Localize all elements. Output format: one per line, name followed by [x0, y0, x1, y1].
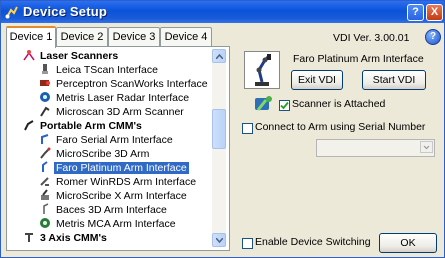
- close-button[interactable]: X: [426, 4, 443, 21]
- checkmark-icon: [280, 101, 289, 110]
- device-tree[interactable]: Laser Scanners Leica TScan Interface Per…: [9, 49, 211, 247]
- microscan-icon: [40, 106, 50, 117]
- laser-scanner-category-icon: [23, 50, 35, 61]
- device-setup-window: Device Setup ? X Device 1 Device 2 Devic…: [0, 0, 445, 258]
- tree-item-faro-serial[interactable]: Faro Serial Arm Interface: [39, 133, 175, 147]
- scanner-attached-checkbox[interactable]: [279, 100, 290, 111]
- tab-device-3[interactable]: Device 3: [108, 27, 160, 46]
- help-icon: ?: [412, 6, 419, 18]
- device-switching-label: Enable Device Switching: [255, 236, 371, 248]
- faro-arm-illustration-icon: [255, 54, 271, 86]
- title-help-button[interactable]: ?: [407, 4, 424, 21]
- portable-arm-category-icon: [24, 120, 34, 131]
- tree-item-metris-laser-radar[interactable]: Metris Laser Radar Interface: [39, 91, 191, 105]
- tree-item-microscan[interactable]: Microscan 3D Arm Scanner: [39, 105, 186, 119]
- window-title: Device Setup: [23, 4, 108, 19]
- tree-item-metris-mca[interactable]: Metris MCA Arm Interface: [39, 217, 178, 231]
- scroll-down-button[interactable]: [212, 233, 226, 247]
- tab-device-4[interactable]: Device 4: [160, 27, 212, 46]
- cmm-category-icon: [25, 233, 33, 242]
- scanner-attached-label: Scanner is Attached: [292, 98, 386, 110]
- device-switching-checkbox[interactable]: [242, 238, 253, 249]
- perceptron-icon: [40, 80, 50, 86]
- tab-device-2[interactable]: Device 2: [56, 27, 108, 46]
- help-icon: ?: [429, 31, 437, 42]
- baces-arm-icon: [43, 203, 49, 214]
- device-tab-panel: Laser Scanners Leica TScan Interface Per…: [6, 46, 230, 251]
- dropdown-arrow-button[interactable]: [420, 141, 433, 153]
- tree-item-microscribe-x[interactable]: MicroScribe X Arm Interface: [39, 189, 189, 203]
- vdi-version: VDI Ver. 3.00.01: [333, 32, 410, 44]
- close-icon: X: [430, 6, 439, 18]
- tree-category-3-axis-cmm[interactable]: 3 Axis CMM's: [23, 231, 109, 245]
- tree-item-baces[interactable]: Baces 3D Arm Interface: [39, 203, 169, 217]
- title-bar[interactable]: Device Setup ? X: [1, 1, 444, 23]
- romer-arm-icon: [40, 177, 49, 186]
- faro-platinum-arm-icon: [42, 161, 48, 172]
- laser-radar-icon: [40, 92, 50, 102]
- scroll-up-button[interactable]: [212, 49, 226, 63]
- serial-number-checkbox[interactable]: [242, 123, 253, 134]
- tree-item-microscribe[interactable]: MicroScribe 3D Arm: [39, 147, 151, 161]
- tree-category-portable-arm[interactable]: Portable Arm CMM's: [23, 119, 144, 133]
- metris-mca-icon: [40, 218, 50, 228]
- serial-number-dropdown[interactable]: [316, 139, 435, 157]
- scroll-thumb[interactable]: [212, 109, 226, 149]
- device-image: [244, 51, 280, 89]
- help-button[interactable]: ?: [425, 29, 441, 45]
- selected-device-name: Faro Platinum Arm Interface: [293, 53, 424, 65]
- chevron-up-icon: [216, 54, 223, 59]
- tree-category-laser-scanners[interactable]: Laser Scanners: [23, 49, 120, 63]
- scanner-icon: [255, 96, 272, 111]
- tab-device-1[interactable]: Device 1: [6, 26, 56, 48]
- tree-item-perceptron[interactable]: Perceptron ScanWorks Interface: [39, 77, 210, 91]
- chevron-down-icon: [423, 145, 430, 150]
- start-vdi-button[interactable]: Start VDI: [362, 70, 426, 90]
- chevron-down-icon: [216, 238, 223, 243]
- leica-tscan-icon: [42, 64, 48, 74]
- exit-vdi-button[interactable]: Exit VDI: [291, 70, 343, 90]
- serial-number-label: Connect to Arm using Serial Number: [255, 121, 426, 133]
- tree-item-romer[interactable]: Romer WinRDS Arm Interface: [39, 175, 198, 189]
- tree-scrollbar[interactable]: [212, 49, 226, 247]
- tree-item-leica-tscan[interactable]: Leica TScan Interface: [39, 63, 160, 77]
- app-icon: [5, 6, 18, 19]
- tree-item-faro-platinum[interactable]: Faro Platinum Arm Interface: [39, 161, 189, 175]
- ok-button[interactable]: OK: [379, 233, 437, 253]
- microscribe-icon: [40, 147, 51, 159]
- microscribe-x-icon: [41, 189, 49, 200]
- faro-serial-arm-icon: [41, 134, 49, 144]
